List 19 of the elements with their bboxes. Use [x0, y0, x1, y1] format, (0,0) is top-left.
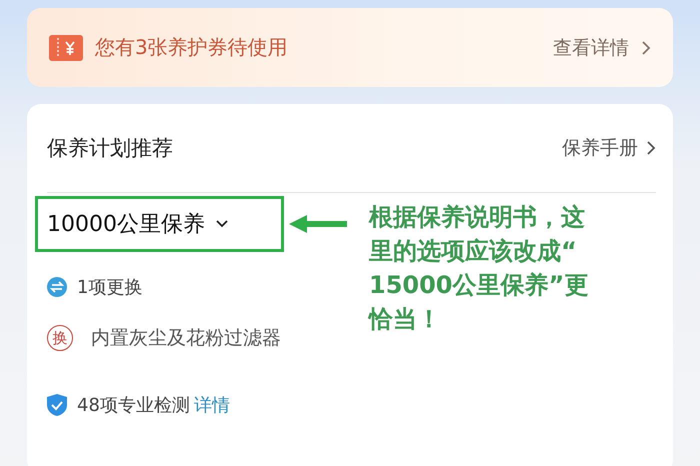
inspection-count: 48项专业检测: [77, 394, 190, 417]
replacement-count: 1项更换: [77, 276, 142, 299]
annotation-arrow: [289, 214, 347, 234]
chevron-right-icon: [646, 140, 656, 156]
mileage-dropdown[interactable]: 10000公里保养: [38, 199, 281, 249]
manual-link[interactable]: 保养手册: [562, 135, 638, 161]
chevron-right-icon: [641, 40, 651, 56]
shield-check-icon: [47, 394, 67, 416]
coupon-message: 您有3张养护券待使用: [95, 34, 289, 61]
view-details-link[interactable]: 查看详情: [553, 34, 629, 60]
details-link[interactable]: 详情: [194, 393, 230, 417]
ticket-icon: [49, 34, 83, 60]
swap-icon: [47, 277, 67, 297]
replace-badge: 换: [47, 325, 73, 351]
annotation-text: 根据保养说明书，这里的选项应该改成“15000公里保养”更恰当！: [369, 202, 590, 335]
section-title: 保养计划推荐: [47, 135, 174, 162]
replacement-item: 内置灰尘及花粉过滤器: [91, 326, 281, 351]
caret-icon: [215, 219, 229, 229]
coupon-banner[interactable]: 您有3张养护券待使用 查看详情: [27, 8, 673, 87]
